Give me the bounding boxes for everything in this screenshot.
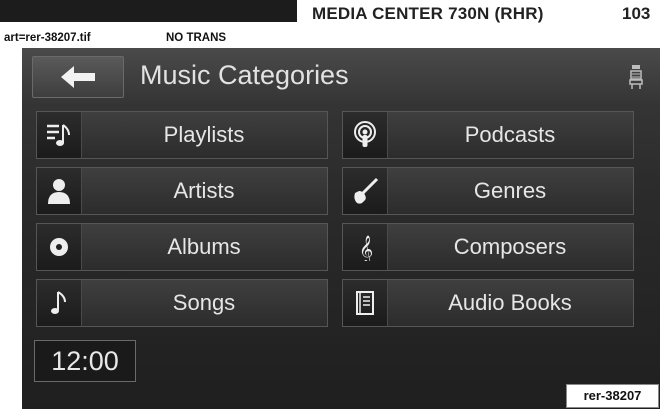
- podcast-icon: [354, 121, 376, 147]
- category-label: Playlists: [163, 122, 245, 147]
- page-header-title: MEDIA CENTER 730N (RHR): [312, 4, 544, 23]
- art-label: art=rer-38207.tif: [4, 32, 91, 44]
- category-button-artists[interactable]: Artists: [36, 167, 328, 215]
- back-button[interactable]: [32, 56, 124, 98]
- category-label: Genres: [473, 178, 547, 203]
- album-disc-icon: [50, 238, 68, 256]
- treble-clef-icon: 𝄞: [359, 235, 373, 261]
- svg-text:𝄞: 𝄞: [359, 235, 373, 261]
- clock-display[interactable]: 12:00: [34, 340, 136, 382]
- guitar-icon: [354, 177, 379, 204]
- category-label: Audio Books: [448, 290, 572, 315]
- category-button-composers[interactable]: 𝄞 Composers: [342, 223, 634, 271]
- category-button-podcasts[interactable]: Podcasts: [342, 111, 634, 159]
- category-button-playlists[interactable]: Playlists: [36, 111, 328, 159]
- trans-label: NO TRANS: [166, 32, 227, 44]
- playlist-icon: [47, 124, 70, 146]
- page-number: 103: [622, 4, 651, 23]
- seat-icon[interactable]: [629, 65, 643, 89]
- top-rule: [0, 0, 297, 22]
- category-label: Composers: [453, 234, 567, 259]
- title-bar: Music Categories: [22, 48, 660, 104]
- artist-icon: [48, 179, 70, 204]
- screen-title: Music Categories: [140, 60, 349, 90]
- back-arrow-icon: [61, 66, 95, 88]
- category-button-genres[interactable]: Genres: [342, 167, 634, 215]
- music-note-icon: [51, 291, 66, 314]
- category-button-audio-books[interactable]: Audio Books: [342, 279, 634, 327]
- category-label: Albums: [167, 234, 241, 259]
- book-icon: [356, 291, 374, 315]
- category-label: Artists: [173, 178, 235, 203]
- category-label: Songs: [172, 290, 236, 315]
- reference-tag: rer-38207: [566, 384, 659, 408]
- category-button-albums[interactable]: Albums: [36, 223, 328, 271]
- category-button-songs[interactable]: Songs: [36, 279, 328, 327]
- media-screen: Music Categories Playlists Podcasts Arti…: [22, 48, 660, 409]
- category-label: Podcasts: [464, 122, 556, 147]
